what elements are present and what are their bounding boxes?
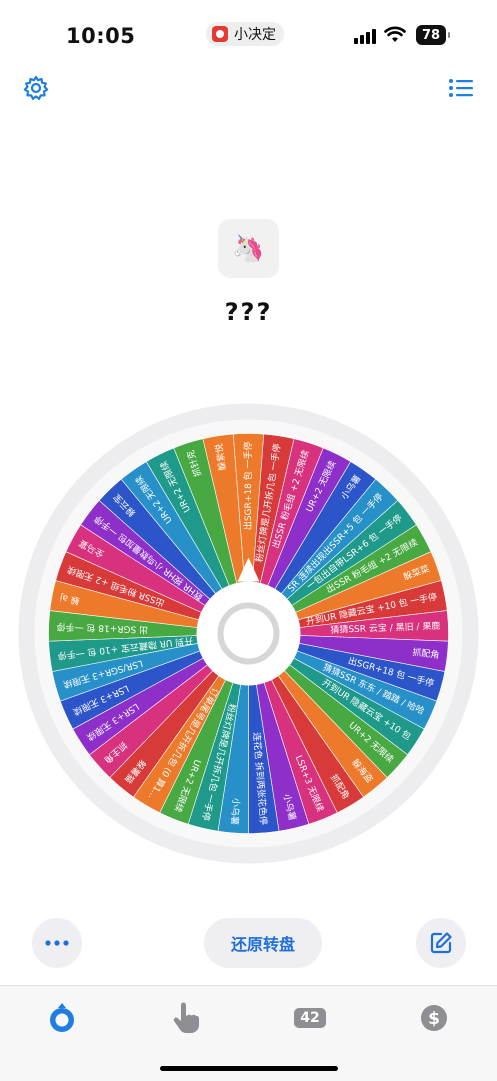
list-icon — [449, 79, 473, 97]
battery-indicator: 78 — [416, 25, 450, 45]
more-button[interactable] — [32, 918, 82, 968]
dollar-icon: $ — [421, 1005, 447, 1031]
app-indicator: 小决定 — [206, 22, 284, 46]
wheel-hub[interactable] — [196, 581, 301, 686]
svg-text:$: $ — [428, 1009, 440, 1029]
tab-premium[interactable]: $ — [410, 998, 458, 1038]
spin-wheel[interactable]: 出SGR+18 包 一手停 粉丝灯牌是几开拆几包 一手停出SSR 粉毛组 +2 无… — [18, 403, 479, 864]
tab-count[interactable]: 42 — [286, 998, 334, 1038]
app-icon — [212, 26, 228, 42]
settings-button[interactable] — [19, 71, 53, 105]
status-time: 10:05 — [66, 24, 136, 48]
result-emoji-tile: 🦄 — [218, 219, 279, 278]
wifi-icon — [384, 26, 406, 42]
unicorn-icon: 🦄 — [232, 233, 265, 264]
edit-icon — [430, 932, 452, 954]
gear-icon — [23, 75, 49, 100]
tab-wheel[interactable] — [38, 998, 86, 1038]
wheel-segment-label: 出SGR+18 包 一手停 — [242, 442, 254, 531]
ellipsis-icon — [45, 940, 69, 946]
cellular-signal-icon — [354, 28, 376, 44]
list-button[interactable] — [444, 71, 478, 105]
home-indicator — [160, 1066, 338, 1071]
status-bar: 10:05 小决定 78 — [0, 0, 497, 70]
edit-button[interactable] — [416, 918, 466, 968]
count-badge: 42 — [294, 1008, 326, 1028]
hand-pointer-icon — [173, 1002, 200, 1033]
result-text: ??? — [224, 298, 273, 326]
wheel-icon — [50, 1003, 74, 1032]
reset-wheel-button[interactable]: 还原转盘 — [204, 918, 322, 968]
app-name: 小决定 — [234, 27, 276, 43]
tab-pick[interactable] — [162, 998, 210, 1038]
